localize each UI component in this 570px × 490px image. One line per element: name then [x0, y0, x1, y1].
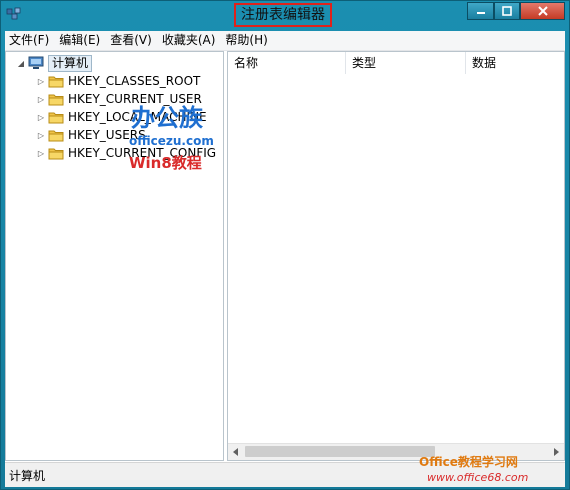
- tree-key-label[interactable]: HKEY_CLASSES_ROOT: [68, 74, 200, 88]
- expand-arrow-icon[interactable]: ▷: [36, 131, 46, 140]
- scrollbar-thumb[interactable]: [245, 446, 435, 457]
- folder-icon: [48, 76, 64, 88]
- corner-watermark-title: Office教程学习网: [419, 454, 518, 469]
- folder-icon: [48, 130, 64, 142]
- computer-icon: [28, 56, 44, 69]
- menu-help[interactable]: 帮助(H): [221, 31, 271, 50]
- registry-editor-window: 注册表编辑器 文件(F) 编辑(E) 查看(V) 收藏夹(A) 帮助(H) ◢ …: [0, 0, 570, 490]
- folder-icon: [48, 112, 64, 124]
- tree-node-computer[interactable]: ◢ 计算机: [16, 54, 93, 72]
- watermark-line-2: officezu.com: [129, 134, 214, 148]
- menu-favorites[interactable]: 收藏夹(A): [158, 31, 220, 50]
- minimize-icon: [476, 12, 485, 14]
- window-title-highlight: 注册表编辑器: [234, 3, 332, 27]
- menu-view[interactable]: 查看(V): [106, 31, 156, 50]
- minimize-button[interactable]: [467, 2, 494, 20]
- close-icon: [537, 6, 548, 16]
- column-header-name[interactable]: 名称: [228, 52, 346, 74]
- regedit-icon: [6, 7, 21, 20]
- corner-watermark: Office教程学习网 www.office68.com: [419, 454, 528, 484]
- expand-arrow-icon[interactable]: ▷: [36, 149, 46, 158]
- status-text: 计算机: [9, 468, 46, 483]
- watermark-line-3: Win8教程: [129, 154, 202, 172]
- expand-arrow-icon[interactable]: ▷: [36, 95, 46, 104]
- menu-edit[interactable]: 编辑(E): [55, 31, 104, 50]
- collapse-arrow-icon[interactable]: ◢: [16, 59, 26, 68]
- status-bar: 计算机 Office教程学习网 www.office68.com: [5, 454, 565, 487]
- client-area: 文件(F) 编辑(E) 查看(V) 收藏夹(A) 帮助(H) ◢ 计算机 ▷ H…: [5, 31, 565, 487]
- watermark-line-1: 办公族: [131, 104, 204, 132]
- folder-icon: [48, 94, 64, 106]
- watermark-logo: 办公族 officezu.com Win8教程: [129, 104, 214, 172]
- title-bar[interactable]: 注册表编辑器: [1, 1, 569, 31]
- corner-watermark-url: www.office68.com: [427, 471, 528, 484]
- maximize-icon: [502, 6, 512, 16]
- column-header-type[interactable]: 类型: [346, 52, 466, 74]
- expand-arrow-icon[interactable]: ▷: [36, 77, 46, 86]
- window-title: 注册表编辑器: [241, 7, 325, 23]
- value-list[interactable]: 名称 类型 数据: [227, 51, 565, 461]
- folder-icon: [48, 148, 64, 160]
- close-button[interactable]: [520, 2, 565, 20]
- maximize-button[interactable]: [494, 2, 520, 20]
- registry-tree[interactable]: ◢ 计算机 ▷ HKEY_CLASSES_ROOT ▷ HKEY_CURRENT…: [5, 51, 224, 461]
- expand-arrow-icon[interactable]: ▷: [36, 113, 46, 122]
- menu-file[interactable]: 文件(F): [5, 31, 53, 50]
- menu-bar: 文件(F) 编辑(E) 查看(V) 收藏夹(A) 帮助(H): [5, 31, 565, 51]
- scroll-left-icon: [233, 448, 238, 456]
- column-header-data[interactable]: 数据: [466, 52, 564, 74]
- scroll-left-button[interactable]: [228, 444, 244, 460]
- tree-node-key[interactable]: ▷ HKEY_CLASSES_ROOT: [36, 72, 200, 90]
- tree-root-label[interactable]: 计算机: [48, 54, 93, 72]
